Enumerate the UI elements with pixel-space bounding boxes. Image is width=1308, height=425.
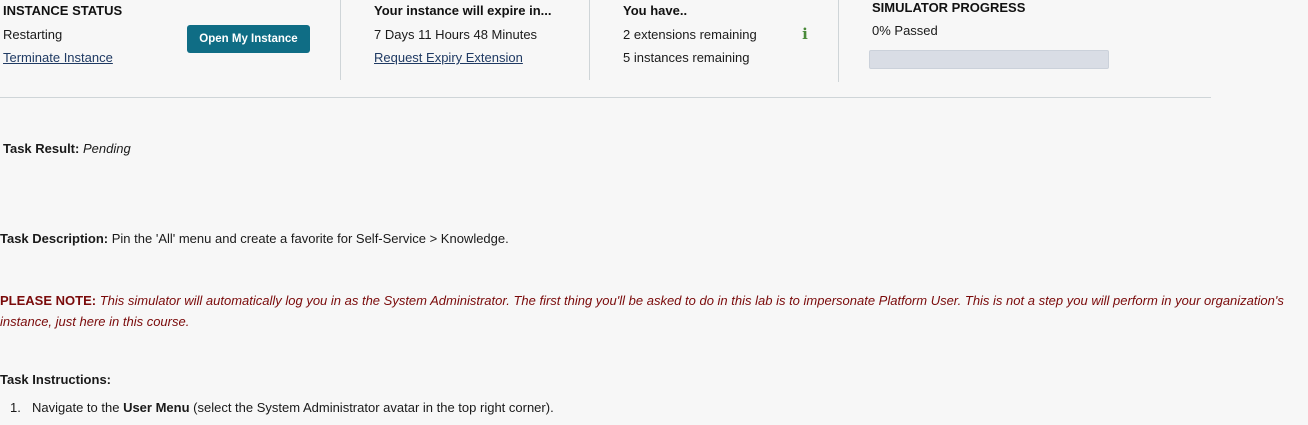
please-note-label: PLEASE NOTE: bbox=[0, 293, 97, 308]
progress-passed-text: 0% Passed bbox=[872, 23, 938, 38]
info-icon[interactable]: i bbox=[800, 26, 810, 42]
header-divider bbox=[0, 97, 1211, 98]
terminate-instance-link[interactable]: Terminate Instance bbox=[3, 50, 113, 65]
task-result-value: Pending bbox=[82, 141, 131, 156]
step-suffix: (select the System Administrator avatar … bbox=[189, 400, 554, 415]
please-note-text: This simulator will automatically log yo… bbox=[0, 293, 1284, 329]
instance-status-header: INSTANCE STATUS bbox=[3, 3, 123, 18]
progress-bar bbox=[869, 50, 1109, 69]
step-text: Navigate to the User Menu (select the Sy… bbox=[32, 400, 554, 415]
open-my-instance-button[interactable]: Open My Instance bbox=[187, 25, 310, 53]
please-note: PLEASE NOTE: This simulator will automat… bbox=[0, 290, 1300, 332]
extensions-remaining: 2 extensions remaining bbox=[623, 27, 757, 42]
step-bold: User Menu bbox=[123, 400, 190, 415]
instances-remaining: 5 instances remaining bbox=[623, 50, 750, 65]
task-description-value: Pin the 'All' menu and create a favorite… bbox=[111, 231, 509, 246]
step-prefix: Navigate to the bbox=[32, 400, 124, 415]
task-description: Task Description: Pin the 'All' menu and… bbox=[0, 231, 509, 246]
step-number: 1. bbox=[10, 400, 21, 415]
task-result-label: Task Result: bbox=[3, 141, 80, 156]
task-instructions-label: Task Instructions: bbox=[0, 372, 112, 387]
expiry-time-left: 7 Days 11 Hours 48 Minutes bbox=[374, 27, 538, 42]
request-expiry-extension-link[interactable]: Request Expiry Extension bbox=[374, 50, 523, 65]
column-divider bbox=[589, 0, 590, 80]
column-divider bbox=[838, 0, 839, 82]
expiry-header: Your instance will expire in... bbox=[374, 3, 552, 18]
column-divider bbox=[340, 0, 341, 80]
instance-status-value: Restarting bbox=[3, 27, 63, 42]
task-result: Task Result: Pending bbox=[3, 141, 131, 156]
simulator-progress-header: SIMULATOR PROGRESS bbox=[872, 0, 1026, 15]
task-description-label: Task Description: bbox=[0, 231, 109, 246]
quota-header: You have.. bbox=[623, 3, 688, 18]
